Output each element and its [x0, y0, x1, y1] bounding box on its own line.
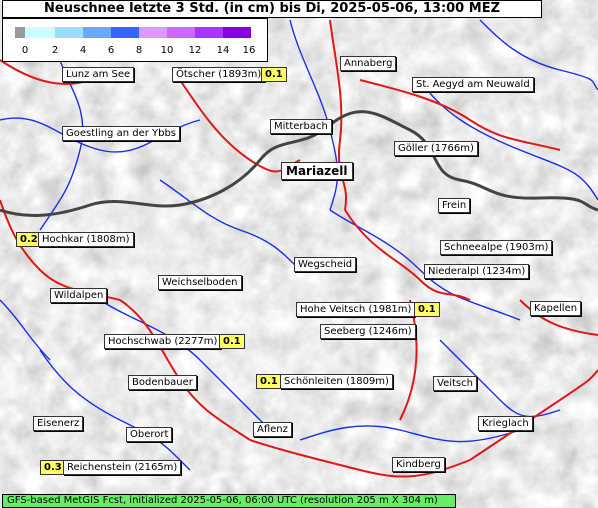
- legend-tick: 0: [21, 45, 29, 56]
- snow-value-oetscher: 0.1: [261, 67, 287, 82]
- snow-value-hochschwab: 0.1: [219, 334, 245, 349]
- place-mitterbach[interactable]: Mitterbach: [270, 119, 332, 134]
- legend-tick: 2: [51, 45, 59, 56]
- place-lunz-am-see[interactable]: Lunz am See: [62, 67, 135, 82]
- place-goestling[interactable]: Goestling an der Ybbs: [62, 126, 181, 141]
- legend-tick: 16: [242, 45, 256, 56]
- place-oberort[interactable]: Oberort: [126, 427, 173, 442]
- snow-legend: 0 2 4 6 8 10 12 14 16: [2, 18, 268, 62]
- legend-swatch-3: [83, 27, 111, 38]
- place-st-aegyd[interactable]: St. Aegyd am Neuwald: [412, 77, 534, 92]
- snow-value-reichenstein: 0.3: [40, 460, 66, 475]
- legend-swatch-4: [111, 27, 139, 38]
- snow-value-schoenleiten: 0.1: [256, 374, 282, 389]
- legend-swatch-5: [139, 27, 167, 38]
- legend-tick: 14: [216, 45, 230, 56]
- place-niederalpl[interactable]: Niederalpl (1234m): [424, 264, 530, 279]
- legend-tick: 8: [135, 45, 143, 56]
- place-wegscheid[interactable]: Wegscheid: [294, 257, 357, 272]
- place-schoenleiten[interactable]: Schönleiten (1809m): [280, 374, 393, 389]
- legend-swatch-2: [55, 27, 83, 38]
- place-seeberg[interactable]: Seeberg (1246m): [320, 324, 416, 339]
- place-hohe-veitsch[interactable]: Hohe Veitsch (1981m): [296, 302, 416, 317]
- snow-map: Neuschnee letzte 3 Std. (in cm) bis Di, …: [0, 0, 598, 508]
- model-info-footer: GFS-based MetGIS Fcst, initialized 2025-…: [2, 494, 456, 508]
- legend-swatch-0: [15, 27, 25, 38]
- place-kindberg[interactable]: Kindberg: [392, 457, 445, 472]
- place-kapellen[interactable]: Kapellen: [530, 301, 582, 316]
- legend-swatch-6: [167, 27, 195, 38]
- place-wildalpen[interactable]: Wildalpen: [50, 288, 108, 303]
- place-reichenstein[interactable]: Reichenstein (2165m): [63, 460, 182, 475]
- place-hochschwab[interactable]: Hochschwab (2277m): [104, 334, 222, 349]
- legend-tick: 6: [107, 45, 115, 56]
- place-eisenerz[interactable]: Eisenerz: [33, 416, 84, 431]
- legend-swatch-7: [195, 27, 223, 38]
- place-schneealpe[interactable]: Schneealpe (1903m): [440, 240, 553, 255]
- place-veitsch[interactable]: Veitsch: [433, 376, 477, 391]
- place-bodenbauer[interactable]: Bodenbauer: [128, 375, 197, 390]
- place-frein[interactable]: Frein: [438, 198, 471, 213]
- place-weichselboden[interactable]: Weichselboden: [158, 275, 242, 290]
- snow-value-hohe-veitsch: 0.1: [414, 302, 440, 317]
- legend-tick: 10: [160, 45, 174, 56]
- place-aflenz[interactable]: Aflenz: [253, 422, 292, 437]
- legend-swatch-8: [223, 27, 251, 38]
- legend-tick: 4: [79, 45, 87, 56]
- place-hochkar[interactable]: Hochkar (1808m): [38, 232, 134, 247]
- place-krieglach[interactable]: Krieglach: [478, 416, 533, 431]
- place-mariazell[interactable]: Mariazell: [281, 162, 353, 180]
- legend-swatch-1: [25, 27, 55, 38]
- map-title: Neuschnee letzte 3 Std. (in cm) bis Di, …: [2, 0, 542, 18]
- legend-tick: 12: [188, 45, 202, 56]
- place-annaberg[interactable]: Annaberg: [340, 56, 397, 71]
- place-oetscher[interactable]: Ötscher (1893m): [172, 67, 266, 82]
- place-goeller[interactable]: Göller (1766m): [394, 141, 478, 156]
